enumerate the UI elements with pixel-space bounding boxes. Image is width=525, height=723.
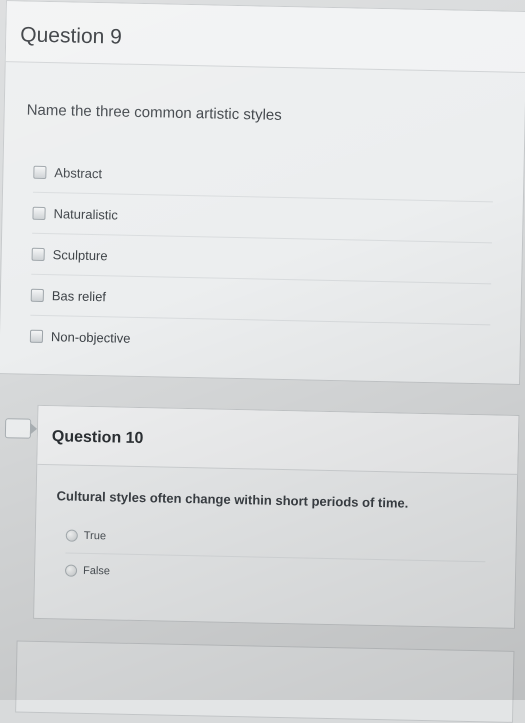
question-10-card: Question 10 Cultural styles often change… [33, 404, 520, 629]
question-9-card: Question 9 Name the three common artisti… [0, 0, 525, 385]
question-flag-icon[interactable] [4, 418, 32, 439]
radio-button[interactable] [64, 564, 78, 577]
question-9-prompt: Name the three common artistic styles [26, 101, 282, 124]
option-label: True [83, 529, 107, 543]
question-9-header: Question 9 [5, 1, 525, 74]
option-non-objective[interactable]: Non-objective [29, 316, 491, 366]
option-label: Non-objective [50, 328, 131, 346]
question-10-prompt: Cultural styles often change within shor… [56, 488, 409, 511]
option-label: Abstract [54, 164, 103, 181]
option-label: False [82, 564, 111, 578]
question-10-header: Question 10 [37, 405, 519, 475]
option-label: Sculpture [52, 246, 108, 263]
quiz-page: Question 9 Name the three common artisti… [0, 0, 525, 723]
radio-button[interactable] [65, 529, 78, 542]
option-label: Bas relief [51, 287, 107, 304]
checkbox[interactable] [30, 288, 44, 302]
question-10-options: True False [64, 518, 487, 596]
checkbox[interactable] [31, 247, 45, 261]
next-question-card [15, 640, 515, 723]
question-9-title: Question 9 [20, 23, 123, 49]
question-9-options: Abstract Naturalistic Sculpture Bas reli… [29, 151, 494, 366]
question-10-title: Question 10 [51, 428, 144, 448]
checkbox[interactable] [32, 206, 46, 220]
checkbox[interactable] [29, 329, 44, 343]
option-label: Naturalistic [53, 205, 118, 223]
checkbox[interactable] [33, 165, 47, 179]
